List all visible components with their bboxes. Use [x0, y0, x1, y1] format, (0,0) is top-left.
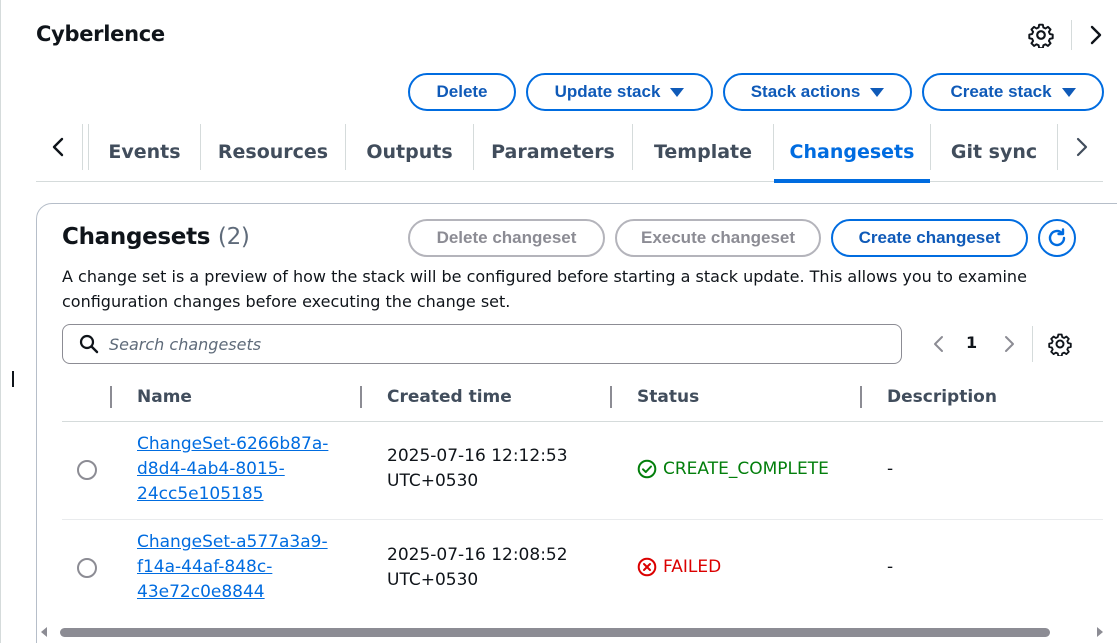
- status-badge: CREATE_COMPLETE: [637, 459, 829, 479]
- status-text: CREATE_COMPLETE: [663, 459, 829, 479]
- tab-outputs[interactable]: Outputs: [346, 122, 473, 182]
- error-x-icon: [637, 557, 657, 577]
- tab-template[interactable]: Template: [633, 122, 773, 182]
- column-header-status[interactable]: Status: [637, 387, 699, 407]
- create-changeset-button[interactable]: Create changeset: [831, 219, 1028, 257]
- create-stack-label: Create stack: [950, 82, 1052, 101]
- chevron-right-icon[interactable]: [1086, 24, 1106, 46]
- tab-resources[interactable]: Resources: [201, 122, 345, 182]
- create-stack-button[interactable]: Create stack: [922, 73, 1104, 111]
- header-divider: [1071, 20, 1072, 50]
- caret-down-icon: [870, 87, 885, 97]
- changeset-name-link[interactable]: ChangeSet-a577a3a9- f14a-44af-848c- 43e7…: [137, 530, 328, 605]
- tab-divider: [82, 124, 83, 170]
- tab-changesets[interactable]: Changesets: [774, 122, 930, 183]
- created-timezone: UTC+0530: [387, 471, 479, 491]
- previous-page-icon[interactable]: [930, 334, 948, 354]
- status-text: FAILED: [663, 557, 722, 577]
- name-line: 24cc5e105185: [137, 484, 264, 504]
- stack-actions-label: Stack actions: [750, 82, 861, 101]
- column-divider[interactable]: [360, 386, 362, 408]
- update-stack-button[interactable]: Update stack: [526, 73, 713, 111]
- column-divider: [110, 386, 112, 408]
- created-date: 2025-07-16 12:08:52: [387, 545, 568, 565]
- delete-changeset-button[interactable]: Delete changeset: [408, 219, 605, 257]
- caret-down-icon: [670, 87, 685, 97]
- name-line: d8d4-4ab4-8015-: [137, 459, 285, 479]
- caret-down-icon: [1061, 87, 1076, 97]
- status-badge: FAILED: [637, 557, 721, 577]
- table-header-divider: [62, 421, 1103, 422]
- tab-divider: [1057, 124, 1058, 170]
- created-timezone: UTC+0530: [387, 570, 479, 590]
- stack-title: Cyberlence: [36, 22, 165, 46]
- row-select-radio[interactable]: [77, 558, 97, 578]
- name-line: 43e72c0e8844: [137, 582, 265, 602]
- delete-changeset-label: Delete changeset: [436, 228, 577, 247]
- tab-events[interactable]: Events: [89, 122, 200, 182]
- execute-changeset-label: Execute changeset: [640, 228, 795, 247]
- search-input[interactable]: [109, 334, 869, 354]
- execute-changeset-button[interactable]: Execute changeset: [615, 219, 821, 257]
- search-icon: [79, 334, 99, 354]
- created-time-cell: 2025-07-16 12:12:53 UTC+0530: [387, 444, 568, 494]
- name-line: ChangeSet-6266b87a-: [137, 434, 329, 454]
- scrollbar-thumb[interactable]: [60, 628, 1050, 637]
- refresh-icon: [1048, 228, 1066, 247]
- stack-tabs: Events Resources Outputs Parameters Temp…: [36, 122, 1103, 183]
- settings-gear-icon[interactable]: [1028, 22, 1054, 48]
- name-line: ChangeSet-a577a3a9-: [137, 532, 328, 552]
- chevron-left-icon[interactable]: [48, 134, 70, 160]
- page-number-1[interactable]: 1: [966, 333, 977, 352]
- chevron-right-icon[interactable]: [1070, 134, 1092, 160]
- success-check-icon: [637, 459, 657, 479]
- pagination-divider: [1032, 326, 1033, 362]
- text-cursor-marker: [12, 371, 14, 387]
- name-line: f14a-44af-848c-: [137, 557, 273, 577]
- update-stack-label: Update stack: [554, 82, 661, 101]
- panel-title-text: Changesets: [62, 224, 211, 250]
- settings-gear-icon[interactable]: [1048, 332, 1072, 356]
- changeset-name-link[interactable]: ChangeSet-6266b87a- d8d4-4ab4-8015- 24cc…: [137, 432, 328, 507]
- created-date: 2025-07-16 12:12:53: [387, 446, 568, 466]
- row-select-radio[interactable]: [77, 460, 97, 480]
- changeset-count: (2): [217, 224, 250, 250]
- delete-stack-label: Delete: [436, 82, 488, 101]
- column-header-description[interactable]: Description: [887, 387, 997, 407]
- refresh-button[interactable]: [1038, 219, 1076, 257]
- create-changeset-label: Create changeset: [858, 228, 1001, 247]
- column-divider[interactable]: [860, 386, 862, 408]
- tab-parameters[interactable]: Parameters: [474, 122, 632, 182]
- description-cell: -: [887, 459, 894, 479]
- delete-stack-button[interactable]: Delete: [408, 73, 516, 111]
- table-row-divider: [62, 519, 1103, 520]
- created-time-cell: 2025-07-16 12:08:52 UTC+0530: [387, 543, 568, 593]
- description-cell: -: [887, 557, 894, 577]
- panel-description: A change set is a preview of how the sta…: [62, 267, 1027, 311]
- column-divider[interactable]: [610, 386, 612, 408]
- page-left-border: [0, 0, 1, 643]
- next-page-icon[interactable]: [1000, 334, 1018, 354]
- panel-title: Changesets (2): [62, 224, 250, 250]
- stack-actions-button[interactable]: Stack actions: [723, 73, 912, 111]
- column-header-name[interactable]: Name: [137, 387, 192, 407]
- search-box[interactable]: [62, 324, 902, 364]
- tab-git-sync[interactable]: Git sync: [931, 122, 1057, 182]
- column-header-created-time[interactable]: Created time: [387, 387, 512, 407]
